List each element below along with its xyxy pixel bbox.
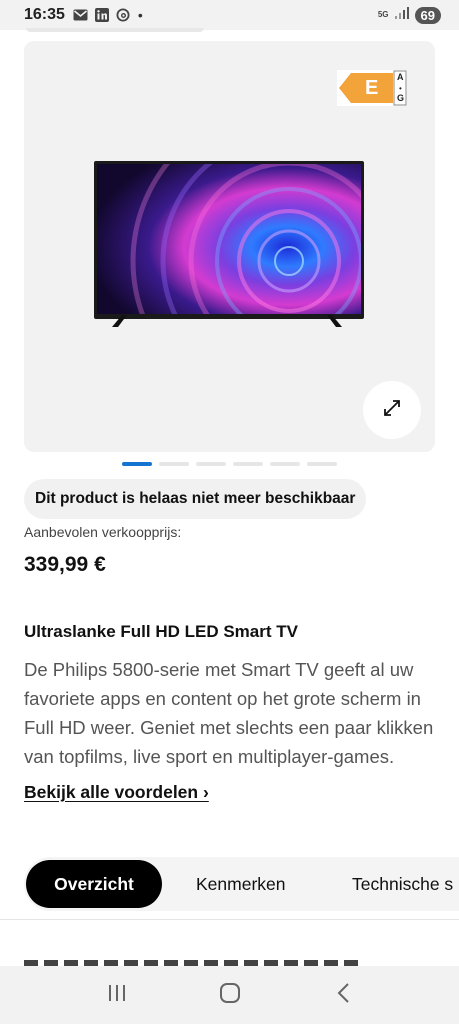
signal-icon bbox=[394, 6, 409, 24]
pagination-dot[interactable] bbox=[159, 462, 189, 466]
network-type: 5G bbox=[377, 10, 389, 19]
view-all-benefits-link[interactable]: Bekijk alle voordelen › bbox=[24, 782, 209, 803]
energy-label-badge[interactable]: E A • G bbox=[337, 70, 407, 106]
pagination-dot-active[interactable] bbox=[122, 462, 152, 466]
linkedin-icon bbox=[94, 7, 110, 23]
product-description: De Philips 5800-serie met Smart TV geeft… bbox=[24, 659, 434, 767]
product-image-gallery[interactable]: E A • G bbox=[24, 41, 435, 452]
energy-scale-top: A bbox=[397, 72, 404, 82]
home-button[interactable] bbox=[210, 975, 250, 1015]
gallery-pagination bbox=[122, 462, 337, 466]
rrp-label: Aanbevolen verkoopprijs: bbox=[24, 524, 182, 540]
previous-section-edge bbox=[26, 28, 204, 32]
energy-class: E bbox=[365, 77, 379, 99]
product-headline: Ultraslanke Full HD LED Smart TV bbox=[24, 622, 298, 641]
threads-icon bbox=[115, 7, 131, 23]
pagination-dot[interactable] bbox=[233, 462, 263, 466]
expand-image-button[interactable] bbox=[363, 381, 421, 439]
pagination-dot[interactable] bbox=[196, 462, 226, 466]
expand-icon bbox=[381, 397, 403, 424]
back-button[interactable] bbox=[323, 975, 363, 1015]
pagination-dot[interactable] bbox=[270, 462, 300, 466]
pagination-dot[interactable] bbox=[307, 462, 337, 466]
system-nav-bar bbox=[0, 966, 459, 1024]
tab-kenmerken[interactable]: Kenmerken bbox=[196, 857, 286, 911]
gmail-icon bbox=[73, 7, 89, 23]
section-tabs: Overzicht Kenmerken Technische s bbox=[24, 857, 459, 911]
unavailable-badge: Dit product is helaas niet meer beschikb… bbox=[24, 479, 367, 519]
network-indicator: 5G bbox=[378, 11, 389, 19]
recent-apps-icon bbox=[107, 984, 127, 1007]
status-bar: 16:35 • 5G 69 bbox=[0, 0, 459, 30]
recent-apps-button[interactable] bbox=[97, 975, 137, 1015]
status-time: 16:35 bbox=[24, 6, 65, 23]
notification-dot-icon: • bbox=[137, 7, 143, 23]
energy-scale-dot: • bbox=[399, 84, 402, 93]
tab-overzicht[interactable]: Overzicht bbox=[26, 860, 162, 908]
tv-icon bbox=[94, 161, 364, 329]
home-icon bbox=[219, 982, 241, 1009]
price: 339,99 € bbox=[24, 553, 106, 576]
tab-technische-specificaties[interactable]: Technische s bbox=[352, 857, 453, 911]
divider bbox=[0, 919, 459, 920]
battery-indicator: 69 bbox=[414, 6, 441, 24]
energy-scale-bottom: G bbox=[397, 93, 405, 103]
back-icon bbox=[336, 982, 350, 1009]
